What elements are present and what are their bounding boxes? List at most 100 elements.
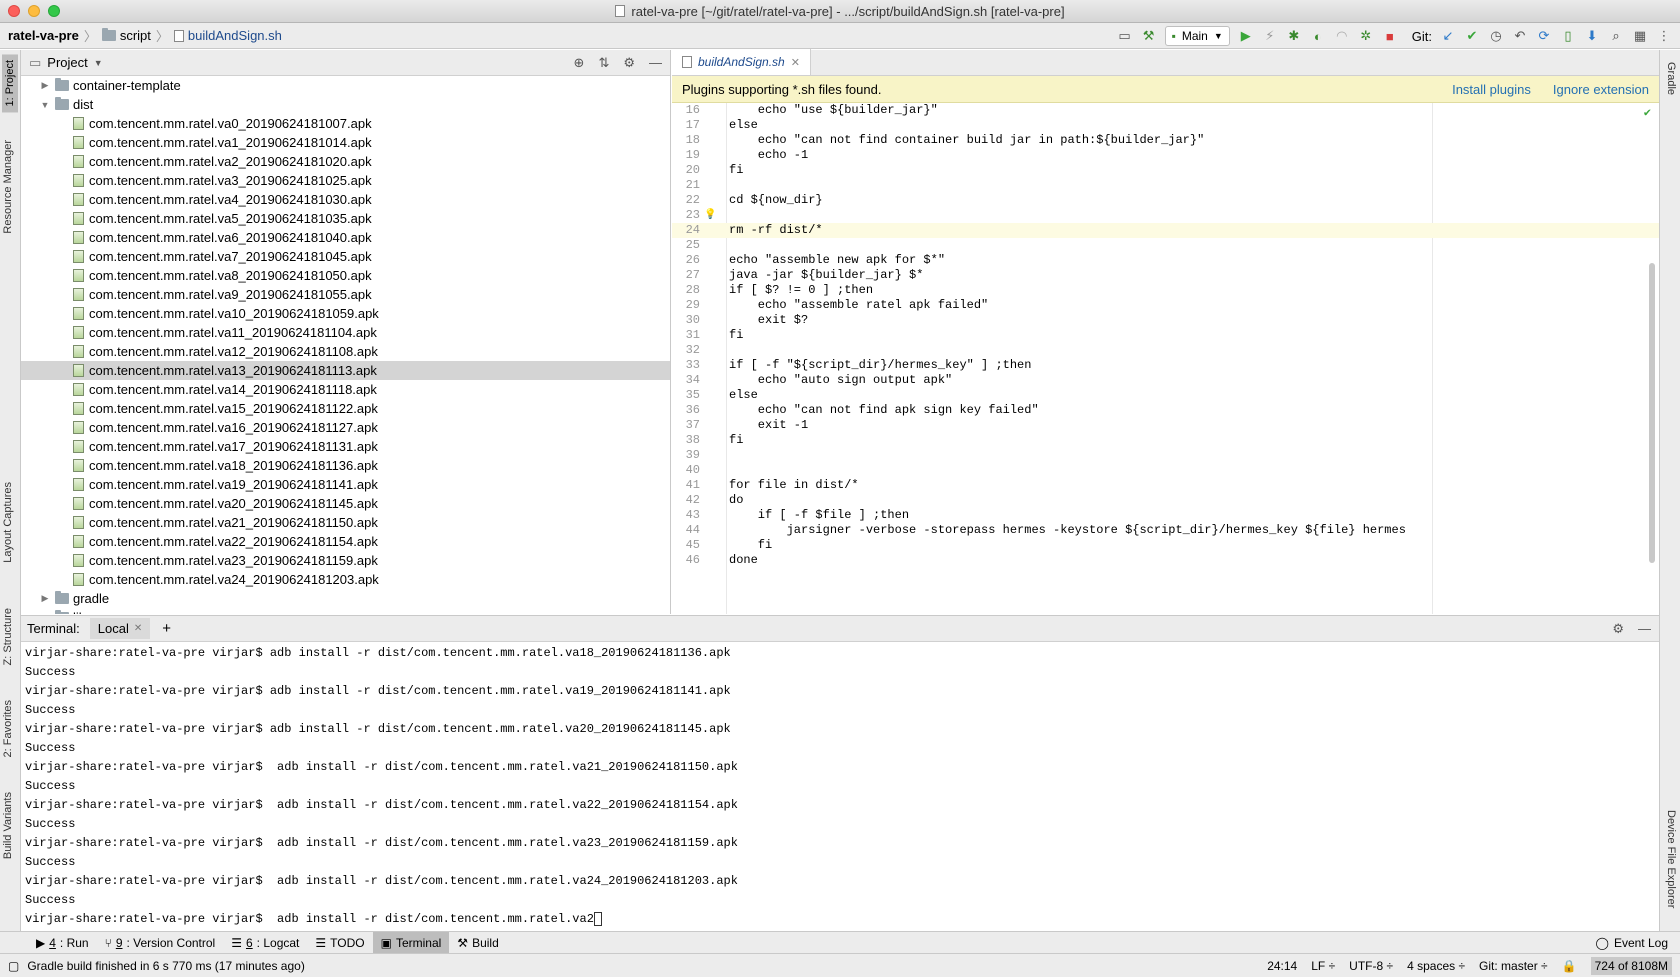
code-line[interactable]: 41 for file in dist/* xyxy=(672,478,1659,493)
code-line[interactable]: 18 echo "can not find container build ja… xyxy=(672,133,1659,148)
code-line[interactable]: 46 done xyxy=(672,553,1659,568)
indent-setting[interactable]: 4 spaces ÷ xyxy=(1407,959,1465,973)
close-tab-icon[interactable]: ✕ xyxy=(791,56,800,69)
memory-indicator[interactable]: 724 of 8108M xyxy=(1590,956,1672,975)
ignore-extension-link[interactable]: Ignore extension xyxy=(1553,82,1649,97)
coverage-icon[interactable]: ◐ xyxy=(1310,28,1326,44)
code-line[interactable]: 16 echo "use ${builder_jar}" xyxy=(672,103,1659,118)
build-hammer-icon[interactable]: ⚒ xyxy=(1141,28,1157,44)
code-line[interactable]: 25 xyxy=(672,238,1659,253)
close-icon[interactable]: ✕ xyxy=(134,623,142,634)
code-line[interactable]: 31 fi xyxy=(672,328,1659,343)
code-line[interactable]: 22 cd ${now_dir} xyxy=(672,193,1659,208)
status-message[interactable]: Gradle build finished in 6 s 770 ms (17 … xyxy=(27,959,304,973)
tree-item[interactable]: com.tencent.mm.ratel.va2_20190624181020.… xyxy=(21,152,670,171)
git-update-icon[interactable]: ↙ xyxy=(1440,28,1456,44)
chevron-down-icon[interactable]: ▼ xyxy=(94,58,103,68)
tab-project[interactable]: 1: Project xyxy=(2,54,18,113)
terminal-prompt-line[interactable]: virjar-share:ratel-va-pre virjar$ adb in… xyxy=(25,910,1655,929)
code-line[interactable]: 27 java -jar ${builder_jar} $* xyxy=(672,268,1659,283)
chevron-right-icon[interactable]: ▶ xyxy=(39,593,51,604)
new-terminal-tab-button[interactable]: + xyxy=(162,620,171,637)
more-icon[interactable]: ⋮ xyxy=(1656,28,1672,44)
git-branch[interactable]: Git: master ÷ xyxy=(1479,959,1548,973)
breadcrumb-file[interactable]: buildAndSign.sh xyxy=(188,28,282,43)
tab-device-file-explorer[interactable]: Device File Explorer xyxy=(1665,810,1677,908)
file-encoding[interactable]: UTF-8 ÷ xyxy=(1349,959,1393,973)
collapse-all-icon[interactable]: ⇅ xyxy=(598,55,609,71)
gear-icon[interactable]: ⚙ xyxy=(623,55,635,71)
tree-item[interactable]: ▼ dist xyxy=(21,95,670,114)
tab-buildandsign[interactable]: buildAndSign.sh ✕ xyxy=(672,49,811,75)
code-line[interactable]: 40 xyxy=(672,463,1659,478)
tree-item[interactable]: com.tencent.mm.ratel.va6_20190624181040.… xyxy=(21,228,670,247)
tree-item[interactable]: com.tencent.mm.ratel.va17_20190624181131… xyxy=(21,437,670,456)
tree-item[interactable]: com.tencent.mm.ratel.va18_20190624181136… xyxy=(21,456,670,475)
chevron-right-icon[interactable]: ▶ xyxy=(39,80,51,91)
tree-item[interactable]: com.tencent.mm.ratel.va10_20190624181059… xyxy=(21,304,670,323)
tree-item[interactable]: com.tencent.mm.ratel.va22_20190624181154… xyxy=(21,532,670,551)
tree-item[interactable]: ▶ container-template xyxy=(21,76,670,95)
tab-terminal-local[interactable]: Local ✕ xyxy=(89,618,151,639)
bottom-tab-run[interactable]: ▶ 4: Run xyxy=(28,932,97,954)
stop-icon[interactable]: ■ xyxy=(1382,28,1398,44)
gear-icon[interactable]: ⚙ xyxy=(1612,621,1624,637)
code-line[interactable]: 24 rm -rf dist/* xyxy=(672,223,1659,238)
code-line[interactable]: 37 exit -1 xyxy=(672,418,1659,433)
tree-item[interactable]: com.tencent.mm.ratel.va3_20190624181025.… xyxy=(21,171,670,190)
tree-item[interactable]: com.tencent.mm.ratel.va23_20190624181159… xyxy=(21,551,670,570)
profile-icon[interactable]: ◠ xyxy=(1334,28,1350,44)
code-line[interactable]: 38 fi xyxy=(672,433,1659,448)
code-line[interactable]: 34 echo "auto sign output apk" xyxy=(672,373,1659,388)
install-plugins-link[interactable]: Install plugins xyxy=(1452,82,1531,97)
terminal-output[interactable]: virjar-share:ratel-va-pre virjar$ adb in… xyxy=(21,642,1659,930)
tab-favorites[interactable]: 2: Favorites xyxy=(2,700,14,757)
avd-manager-icon[interactable]: ▯ xyxy=(1560,28,1576,44)
close-window-button[interactable] xyxy=(8,5,20,17)
tree-item[interactable]: com.tencent.mm.ratel.va0_20190624181007.… xyxy=(21,114,670,133)
tab-build-variants[interactable]: Build Variants xyxy=(2,792,14,859)
git-commit-icon[interactable]: ✔ xyxy=(1464,28,1480,44)
tree-item[interactable]: com.tencent.mm.ratel.va24_20190624181203… xyxy=(21,570,670,589)
tree-item[interactable]: com.tencent.mm.ratel.va4_20190624181030.… xyxy=(21,190,670,209)
tree-item[interactable]: com.tencent.mm.ratel.va19_20190624181141… xyxy=(21,475,670,494)
code-line[interactable]: 26 echo "assemble new apk for $*" xyxy=(672,253,1659,268)
tree-item[interactable]: ▶ gradle xyxy=(21,589,670,608)
toggle-tool-windows-icon[interactable]: ▢ xyxy=(8,959,19,973)
bottom-tab-build[interactable]: ⚒ Build xyxy=(449,932,506,954)
code-line[interactable]: 36 echo "can not find apk sign key faile… xyxy=(672,403,1659,418)
tree-item[interactable]: com.tencent.mm.ratel.va5_20190624181035.… xyxy=(21,209,670,228)
code-line[interactable]: 33 if [ -f "${script_dir}/hermes_key" ] ;… xyxy=(672,358,1659,373)
bottom-tab-versioncontrol[interactable]: ⑂ 9: Version Control xyxy=(97,932,224,954)
code-line[interactable]: 32 xyxy=(672,343,1659,358)
caret-position[interactable]: 24:14 xyxy=(1267,959,1297,973)
code-line[interactable]: 17 else xyxy=(672,118,1659,133)
event-log-button[interactable]: ◯ Event Log xyxy=(1596,936,1668,950)
code-line[interactable]: 39 xyxy=(672,448,1659,463)
code-line[interactable]: 21 xyxy=(672,178,1659,193)
code-line[interactable]: 30 exit $? xyxy=(672,313,1659,328)
bottom-tab-terminal[interactable]: ▣ Terminal xyxy=(372,931,450,954)
line-separator[interactable]: LF ÷ xyxy=(1311,959,1335,973)
project-tree[interactable]: ▶ container-template ▼ dist com.tencent.mm.r… xyxy=(21,76,670,614)
code-line[interactable]: 45 fi xyxy=(672,538,1659,553)
code-line[interactable]: 23 💡 xyxy=(672,208,1659,223)
hide-panel-icon[interactable]: — xyxy=(1638,621,1651,636)
project-structure-icon[interactable]: ▦ xyxy=(1632,28,1648,44)
lock-icon[interactable]: 🔒 xyxy=(1562,959,1577,973)
project-view-dropdown[interactable]: Project xyxy=(47,55,87,70)
code-line[interactable]: 20 fi xyxy=(672,163,1659,178)
tree-item[interactable]: com.tencent.mm.ratel.va15_20190624181122… xyxy=(21,399,670,418)
code-line[interactable]: 43 if [ -f $file ] ;then xyxy=(672,508,1659,523)
bottom-tab-todo[interactable]: ☰ TODO xyxy=(307,932,372,954)
debug-icon[interactable]: ✱ xyxy=(1286,28,1302,44)
tree-item[interactable]: com.tencent.mm.ratel.va7_20190624181045.… xyxy=(21,247,670,266)
rollback-icon[interactable]: ↶ xyxy=(1512,28,1528,44)
tab-gradle[interactable]: Gradle xyxy=(1665,62,1677,95)
tree-item[interactable]: com.tencent.mm.ratel.va20_20190624181145… xyxy=(21,494,670,513)
tree-item[interactable]: ▶ lib xyxy=(21,608,670,614)
code-line[interactable]: 42 do xyxy=(672,493,1659,508)
tree-item[interactable]: com.tencent.mm.ratel.va9_20190624181055.… xyxy=(21,285,670,304)
chevron-down-icon[interactable]: ▼ xyxy=(39,100,51,110)
code-line[interactable]: 35 else xyxy=(672,388,1659,403)
